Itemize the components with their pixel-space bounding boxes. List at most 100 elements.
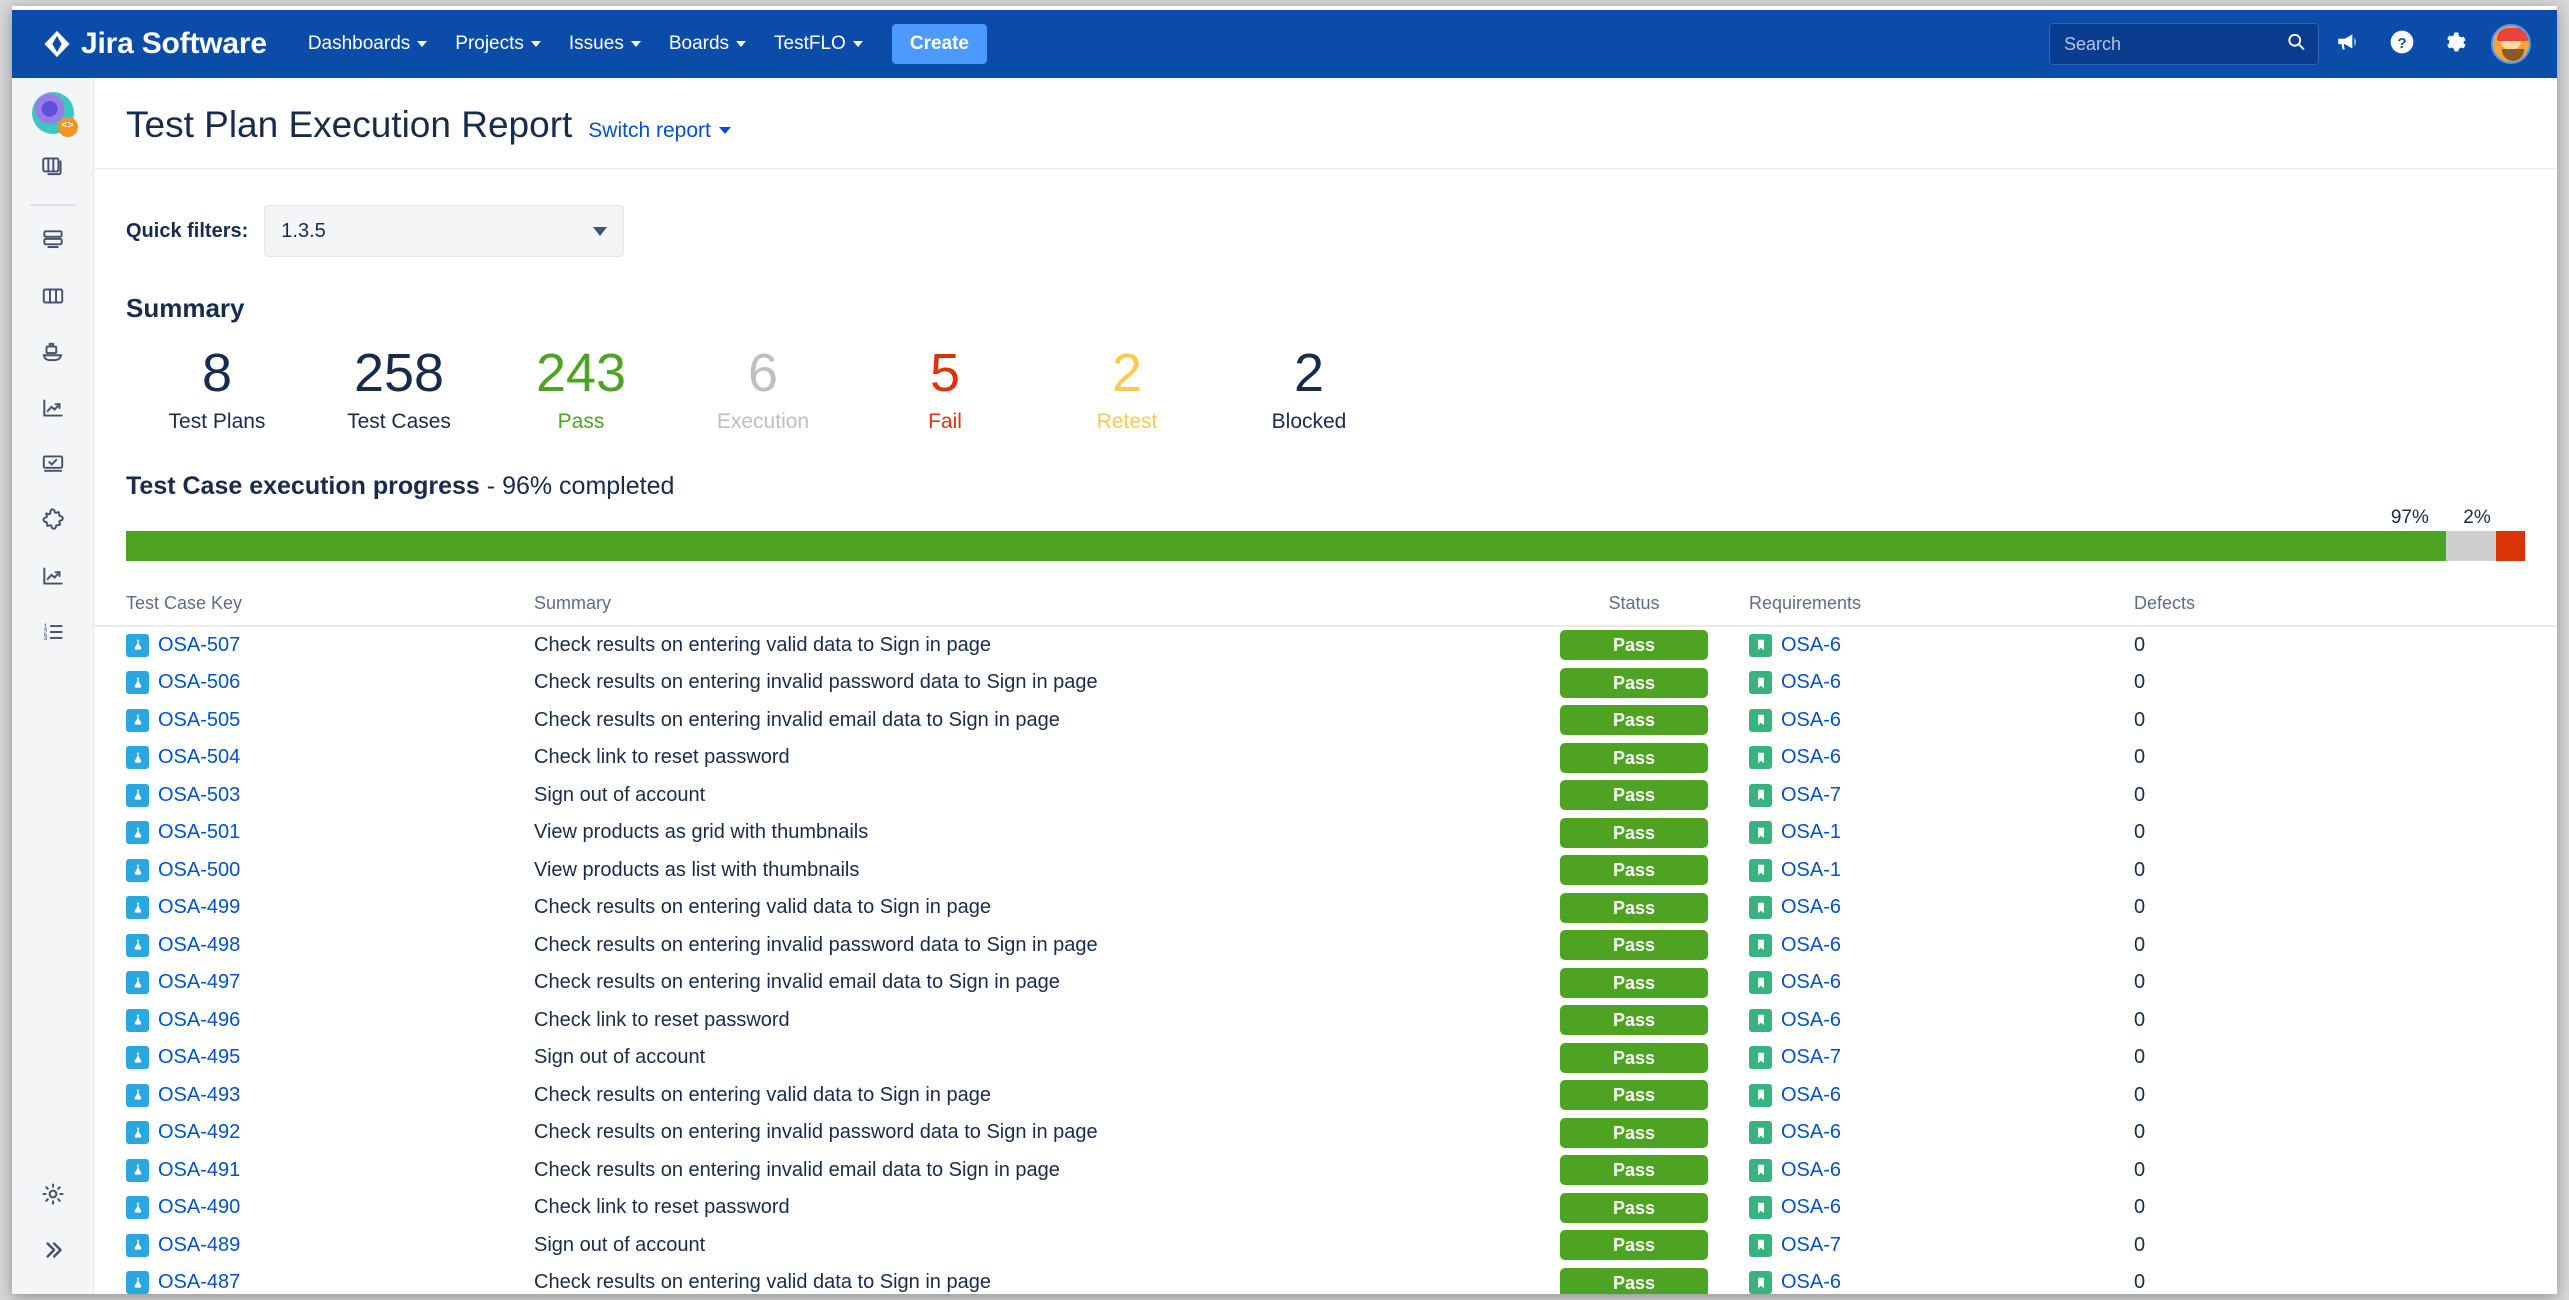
progress-segment-execution: [2445, 530, 2497, 561]
primary-nav: Dashboards Projects Issues Boards TestFL…: [295, 24, 987, 64]
requirement-link[interactable]: OSA-6: [1781, 1009, 1841, 1032]
cell-test-case-key: OSA-491: [126, 1158, 534, 1182]
summary-text: View products as list with thumbnails: [534, 858, 860, 881]
requirement-link[interactable]: OSA-6: [1781, 1121, 1841, 1144]
status-badge[interactable]: Pass: [1560, 855, 1708, 886]
requirement-link[interactable]: OSA-7: [1781, 1234, 1841, 1257]
cell-status: Pass: [1519, 705, 1749, 736]
status-badge[interactable]: Pass: [1560, 1080, 1708, 1111]
requirement-link[interactable]: OSA-6: [1781, 671, 1841, 694]
cell-test-case-key: OSA-497: [126, 971, 534, 995]
test-case-link[interactable]: OSA-504: [158, 746, 240, 769]
test-case-link[interactable]: OSA-497: [158, 971, 240, 994]
sidebar-expand-button[interactable]: [27, 1230, 79, 1274]
requirement-link[interactable]: OSA-6: [1781, 896, 1841, 919]
sidebar-item-metrics[interactable]: [27, 556, 79, 600]
requirement-link[interactable]: OSA-6: [1781, 1084, 1841, 1107]
avatar[interactable]: [2491, 24, 2531, 64]
requirement-bookmark-icon: [1749, 1196, 1772, 1220]
requirement-link[interactable]: OSA-6: [1781, 634, 1841, 657]
sidebar-item-releases[interactable]: [27, 332, 79, 376]
sidebar-item-reports[interactable]: [27, 388, 79, 432]
requirement-link[interactable]: OSA-6: [1781, 709, 1841, 732]
progress-bar[interactable]: [126, 530, 2525, 561]
jira-logo[interactable]: Jira Software: [42, 27, 267, 61]
status-badge[interactable]: Pass: [1560, 1117, 1708, 1148]
status-badge[interactable]: Pass: [1560, 1155, 1708, 1186]
requirement-bookmark-icon: [1749, 708, 1772, 732]
cell-status: Pass: [1519, 630, 1749, 661]
status-badge[interactable]: Pass: [1560, 1267, 1708, 1294]
sidebar-item-backlog[interactable]: [27, 220, 79, 264]
test-case-link[interactable]: OSA-501: [158, 821, 240, 844]
test-case-link[interactable]: OSA-493: [158, 1084, 240, 1107]
cell-summary: Check results on entering valid data to …: [534, 634, 1519, 657]
test-case-link[interactable]: OSA-495: [158, 1046, 240, 1069]
quick-filters-select[interactable]: 1.3.5: [264, 205, 625, 257]
create-button[interactable]: Create: [891, 24, 987, 64]
sidebar-item-boards[interactable]: [27, 146, 79, 190]
sidebar-item-test-plans[interactable]: [27, 444, 79, 488]
test-case-link[interactable]: OSA-507: [158, 634, 240, 657]
switch-report-button[interactable]: Switch report: [588, 119, 731, 143]
settings-button[interactable]: [2431, 19, 2481, 69]
test-case-link[interactable]: OSA-506: [158, 671, 240, 694]
nav-item-boards[interactable]: Boards: [656, 24, 759, 64]
sidebar-item-board-columns[interactable]: [27, 276, 79, 320]
requirement-link[interactable]: OSA-6: [1781, 1196, 1841, 1219]
requirement-link[interactable]: OSA-6: [1781, 934, 1841, 957]
status-badge[interactable]: Pass: [1560, 967, 1708, 998]
help-button[interactable]: ?: [2377, 19, 2427, 69]
requirement-link[interactable]: OSA-6: [1781, 1271, 1841, 1294]
nav-item-projects[interactable]: Projects: [442, 24, 554, 64]
search-input[interactable]: [2050, 24, 2318, 64]
test-case-link[interactable]: OSA-496: [158, 1009, 240, 1032]
test-case-link[interactable]: OSA-490: [158, 1196, 240, 1219]
nav-item-testflo[interactable]: TestFLO: [761, 24, 876, 64]
chevron-down-icon: [630, 41, 641, 47]
test-case-link[interactable]: OSA-498: [158, 934, 240, 957]
requirement-link[interactable]: OSA-7: [1781, 1046, 1841, 1069]
status-badge[interactable]: Pass: [1560, 892, 1708, 923]
status-badge[interactable]: Pass: [1560, 817, 1708, 848]
requirement-link[interactable]: OSA-6: [1781, 1159, 1841, 1182]
status-badge[interactable]: Pass: [1560, 1230, 1708, 1261]
test-case-link[interactable]: OSA-487: [158, 1271, 240, 1294]
status-badge[interactable]: Pass: [1560, 705, 1708, 736]
nav-item-issues[interactable]: Issues: [556, 24, 654, 64]
cell-requirements: OSA-7: [1749, 1233, 2134, 1257]
requirement-link[interactable]: OSA-6: [1781, 971, 1841, 994]
sidebar-item-settings[interactable]: [27, 1174, 79, 1218]
requirement-link[interactable]: OSA-1: [1781, 821, 1841, 844]
search-box[interactable]: [2049, 23, 2319, 65]
announcements-button[interactable]: [2323, 19, 2373, 69]
sidebar-item-issues-list[interactable]: 1 2 3: [27, 612, 79, 656]
test-case-link[interactable]: OSA-489: [158, 1234, 240, 1257]
status-badge[interactable]: Pass: [1560, 1005, 1708, 1036]
status-badge[interactable]: Pass: [1560, 742, 1708, 773]
nav-item-dashboards[interactable]: Dashboards: [295, 24, 440, 64]
project-avatar[interactable]: [31, 92, 78, 137]
status-badge[interactable]: Pass: [1560, 1042, 1708, 1073]
requirement-link[interactable]: OSA-1: [1781, 859, 1841, 882]
cell-status: Pass: [1519, 742, 1749, 773]
status-badge[interactable]: Pass: [1560, 630, 1708, 661]
test-case-flask-icon: [126, 1233, 149, 1257]
status-badge[interactable]: Pass: [1560, 667, 1708, 698]
test-case-link[interactable]: OSA-503: [158, 784, 240, 807]
requirement-link[interactable]: OSA-7: [1781, 784, 1841, 807]
status-badge[interactable]: Pass: [1560, 780, 1708, 811]
test-case-link[interactable]: OSA-500: [158, 859, 240, 882]
status-badge[interactable]: Pass: [1560, 930, 1708, 961]
test-case-link[interactable]: OSA-491: [158, 1159, 240, 1182]
test-case-link[interactable]: OSA-492: [158, 1121, 240, 1144]
cell-summary: Check link to reset password: [534, 1196, 1519, 1219]
sidebar-item-addons[interactable]: [27, 500, 79, 544]
project-sidebar: 1 2 3: [12, 78, 94, 1294]
test-case-flask-icon: [126, 1008, 149, 1032]
test-case-link[interactable]: OSA-505: [158, 709, 240, 732]
requirement-link[interactable]: OSA-6: [1781, 746, 1841, 769]
test-case-flask-icon: [126, 1158, 149, 1182]
test-case-link[interactable]: OSA-499: [158, 896, 240, 919]
status-badge[interactable]: Pass: [1560, 1192, 1708, 1223]
